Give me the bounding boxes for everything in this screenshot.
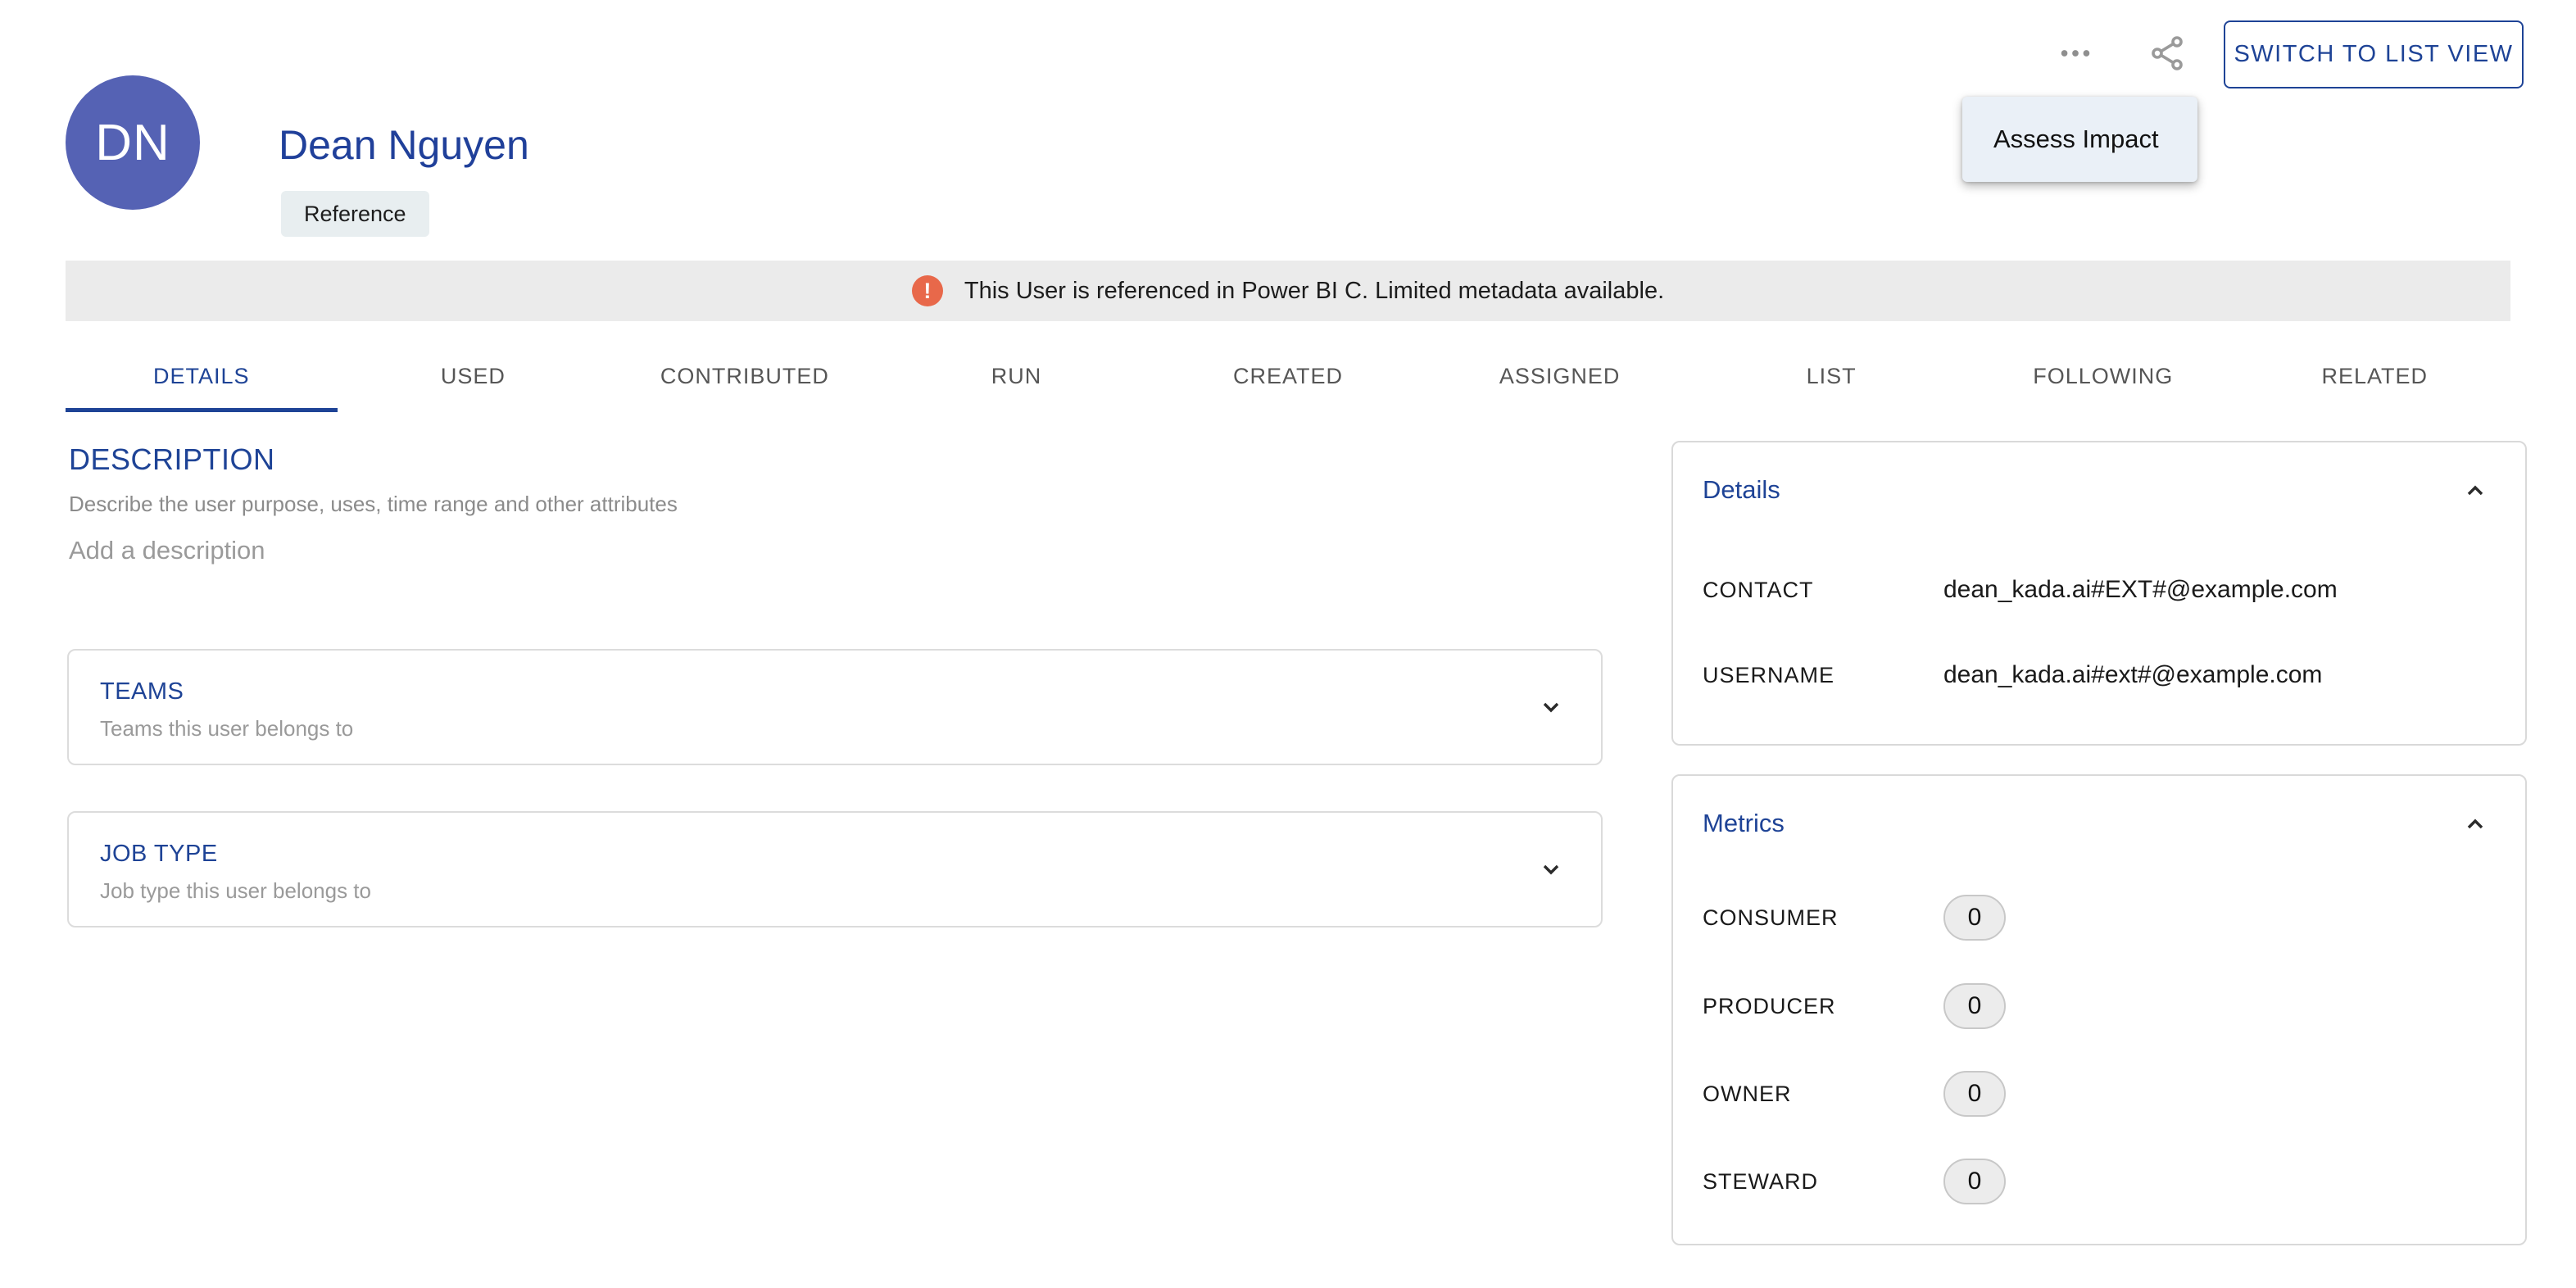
steward-metric-row: STEWARD 0 [1703, 1159, 2496, 1204]
tab-details[interactable]: DETAILS [66, 340, 338, 412]
teams-section-title: TEAMS [100, 678, 184, 705]
teams-section-subtitle: Teams this user belongs to [100, 716, 353, 742]
tab-bar: DETAILS USED CONTRIBUTED RUN CREATED ASS… [66, 340, 2510, 412]
description-heading: DESCRIPTION [69, 442, 275, 477]
more-horizontal-icon [2057, 34, 2094, 72]
username-row: USERNAME dean_kada.ai#ext#@example.com [1703, 652, 2496, 698]
consumer-count-badge: 0 [1943, 895, 2006, 941]
tab-contributed[interactable]: CONTRIBUTED [609, 340, 881, 412]
producer-count-badge: 0 [1943, 983, 2006, 1029]
more-options-button[interactable] [2052, 34, 2098, 72]
owner-label: OWNER [1703, 1082, 1943, 1107]
contact-label: CONTACT [1703, 578, 1943, 603]
details-panel: Details CONTACT dean_kada.ai#EXT#@exampl… [1671, 441, 2527, 746]
contact-row: CONTACT dean_kada.ai#EXT#@example.com [1703, 567, 2496, 613]
username-label: USERNAME [1703, 663, 1943, 688]
metadata-warning-banner: ! This User is referenced in Power BI C.… [66, 261, 2510, 321]
consumer-label: CONSUMER [1703, 905, 1943, 931]
teams-section: TEAMS Teams this user belongs to [67, 649, 1603, 765]
steward-label: STEWARD [1703, 1169, 1943, 1195]
user-profile-page: DN Dean Nguyen Reference SWITCH TO LIST … [0, 0, 2576, 1288]
owner-metric-row: OWNER 0 [1703, 1071, 2496, 1117]
share-icon [2147, 34, 2187, 73]
contact-value: dean_kada.ai#EXT#@example.com [1943, 576, 2338, 604]
switch-to-list-view-button[interactable]: SWITCH TO LIST VIEW [2224, 20, 2524, 88]
owner-count-badge: 0 [1943, 1071, 2006, 1117]
banner-text: This User is referenced in Power BI C. L… [964, 278, 1664, 305]
tab-list[interactable]: LIST [1695, 340, 1967, 412]
chevron-up-icon [2462, 811, 2488, 837]
share-button[interactable] [2147, 33, 2188, 74]
job-type-section-title: JOB TYPE [100, 841, 218, 868]
details-collapse-button[interactable] [2461, 477, 2489, 505]
avatar: DN [66, 75, 200, 210]
assess-impact-menu-item[interactable]: Assess Impact [1962, 125, 2197, 154]
tab-used[interactable]: USED [338, 340, 610, 412]
reference-badge: Reference [281, 191, 429, 237]
chevron-down-icon [1538, 694, 1564, 720]
page-title: Dean Nguyen [279, 121, 529, 169]
add-description-field[interactable]: Add a description [69, 536, 265, 565]
tab-run[interactable]: RUN [881, 340, 1153, 412]
job-type-expand-button[interactable] [1537, 855, 1565, 883]
tab-related[interactable]: RELATED [2239, 340, 2511, 412]
chevron-down-icon [1538, 856, 1564, 882]
warning-icon: ! [912, 275, 943, 306]
chevron-up-icon [2462, 478, 2488, 504]
metrics-collapse-button[interactable] [2461, 810, 2489, 838]
steward-count-badge: 0 [1943, 1159, 2006, 1204]
producer-metric-row: PRODUCER 0 [1703, 983, 2496, 1029]
job-type-section: JOB TYPE Job type this user belongs to [67, 811, 1603, 927]
job-type-section-subtitle: Job type this user belongs to [100, 878, 371, 904]
tab-created[interactable]: CREATED [1152, 340, 1424, 412]
consumer-metric-row: CONSUMER 0 [1703, 895, 2496, 941]
producer-label: PRODUCER [1703, 994, 1943, 1019]
username-value: dean_kada.ai#ext#@example.com [1943, 661, 2322, 689]
metrics-panel: Metrics CONSUMER 0 PRODUCER 0 OWNER 0 ST… [1671, 774, 2527, 1245]
description-subtitle: Describe the user purpose, uses, time ra… [69, 492, 678, 517]
teams-expand-button[interactable] [1537, 693, 1565, 721]
tab-following[interactable]: FOLLOWING [1967, 340, 2239, 412]
tab-assigned[interactable]: ASSIGNED [1424, 340, 1696, 412]
metrics-panel-title: Metrics [1703, 809, 1785, 838]
actions-menu: Assess Impact [1962, 97, 2197, 182]
details-panel-title: Details [1703, 475, 1780, 505]
